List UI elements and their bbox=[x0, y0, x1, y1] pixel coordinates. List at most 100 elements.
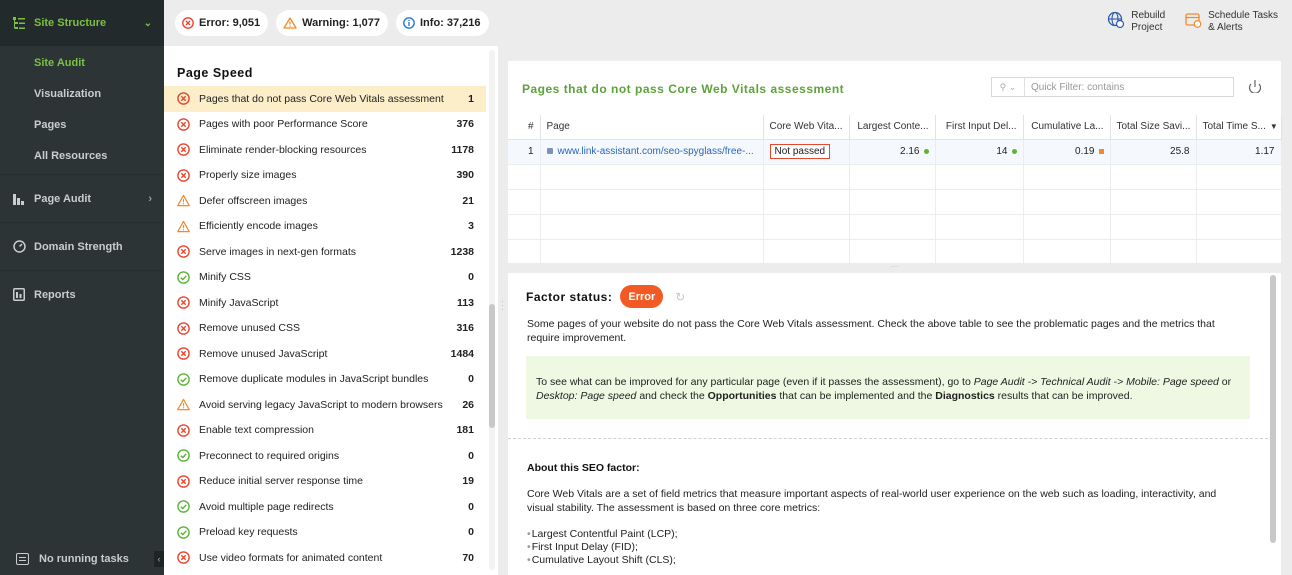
sidebar-item-site-audit[interactable]: Site Audit bbox=[0, 48, 164, 79]
sidebar-collapse-button[interactable]: ‹ bbox=[154, 551, 164, 567]
factor-count: 0 bbox=[468, 526, 474, 539]
detail-scrollbar-thumb[interactable] bbox=[1270, 275, 1276, 543]
factor-group-title: Page Speed bbox=[177, 66, 253, 80]
error-icon bbox=[177, 168, 190, 182]
check-icon bbox=[177, 500, 190, 514]
column-header-size-savings[interactable]: Total Size Savi... bbox=[1110, 115, 1197, 140]
factor-label: Enable text compression bbox=[199, 424, 314, 437]
sidebar-item-visualization[interactable]: Visualization bbox=[0, 79, 164, 110]
globe-refresh-icon bbox=[1107, 11, 1125, 33]
row-number: 1 bbox=[508, 139, 541, 165]
list-item: Largest Contentful Paint (LCP); bbox=[527, 528, 678, 541]
sidebar-section-site-structure[interactable]: Site Structure ⌄ bbox=[0, 0, 164, 46]
factor-list-item[interactable]: Remove unused JavaScript 1484 bbox=[164, 341, 486, 367]
factor-list-item[interactable]: Defer offscreen images 21 bbox=[164, 188, 486, 214]
sidebar-item-reports[interactable]: Reports bbox=[0, 270, 164, 318]
factor-label: Reduce initial server response time bbox=[199, 475, 363, 488]
rebuild-project-button[interactable]: Rebuild Project bbox=[1107, 10, 1165, 34]
check-icon bbox=[177, 372, 190, 386]
error-icon bbox=[182, 17, 194, 29]
column-header-lcp[interactable]: Largest Conte... bbox=[849, 115, 936, 140]
vertical-splitter[interactable]: · · · bbox=[498, 46, 508, 575]
sidebar-subnav: Site Audit Visualization Pages All Resou… bbox=[0, 46, 164, 172]
hint-box: To see what can be improved for any part… bbox=[526, 356, 1250, 419]
factor-list-item[interactable]: Pages that do not pass Core Web Vitals a… bbox=[164, 86, 486, 112]
factor-list-item[interactable]: Remove duplicate modules in JavaScript b… bbox=[164, 367, 486, 393]
error-count-label: Error: 9,051 bbox=[199, 17, 261, 29]
factor-count: 1484 bbox=[450, 347, 474, 360]
row-size-savings: 25.8 bbox=[1110, 139, 1197, 165]
factor-list-item[interactable]: Enable text compression 181 bbox=[164, 418, 486, 444]
warning-icon bbox=[177, 194, 190, 207]
good-status-dot-icon bbox=[923, 148, 929, 154]
factor-list-item[interactable]: Use video formats for animated content 70 bbox=[164, 545, 486, 571]
factor-list-item[interactable]: Preload key requests 0 bbox=[164, 520, 486, 546]
factor-status-badge[interactable]: Error bbox=[620, 285, 664, 308]
check-icon bbox=[177, 270, 190, 284]
factor-list-item[interactable]: Remove unused CSS 316 bbox=[164, 316, 486, 342]
factor-list-item[interactable]: Eliminate render-blocking resources 1178 bbox=[164, 137, 486, 163]
column-header-core-web-vitals[interactable]: Core Web Vita... bbox=[763, 115, 850, 140]
factor-label: Minify JavaScript bbox=[199, 296, 279, 309]
error-count-badge[interactable]: Error: 9,051 bbox=[175, 10, 269, 36]
sidebar-item-all-resources[interactable]: All Resources bbox=[0, 141, 164, 172]
refresh-icon[interactable]: ↻ bbox=[675, 290, 685, 304]
error-icon bbox=[177, 551, 190, 565]
factor-label: Minify CSS bbox=[199, 271, 251, 284]
quick-filter-input[interactable] bbox=[1025, 81, 1225, 93]
row-lcp-value: 2.16 bbox=[900, 146, 920, 157]
error-icon bbox=[177, 92, 190, 106]
column-header-time-savings[interactable]: Total Time S... ▼ bbox=[1196, 115, 1282, 140]
factor-count: 0 bbox=[468, 373, 474, 386]
running-tasks-status[interactable]: No running tasks bbox=[0, 542, 164, 575]
hint-text: and check the bbox=[636, 390, 708, 402]
factor-list-item[interactable]: Serve images in next-gen formats 1238 bbox=[164, 239, 486, 265]
factor-count: 1238 bbox=[450, 245, 474, 258]
row-page-url[interactable]: www.link-assistant.com/seo-spyglass/free… bbox=[558, 146, 754, 157]
row-page-cell[interactable]: www.link-assistant.com/seo-spyglass/free… bbox=[540, 139, 764, 165]
factor-count: 70 bbox=[462, 551, 474, 564]
hint-text: or bbox=[1218, 376, 1232, 388]
horizontal-splitter[interactable]: ··· bbox=[508, 263, 1281, 273]
filter-search-icon[interactable]: ⚲ ⌄ bbox=[992, 78, 1025, 96]
gauge-icon bbox=[12, 240, 26, 254]
factor-list-item[interactable]: Properly size images 390 bbox=[164, 163, 486, 189]
factor-list-item[interactable]: Efficiently encode images 3 bbox=[164, 214, 486, 240]
factor-list-item[interactable]: Reduce initial server response time 19 bbox=[164, 469, 486, 495]
error-icon bbox=[177, 474, 190, 488]
column-header-fid[interactable]: First Input Del... bbox=[935, 115, 1024, 140]
column-header-cls[interactable]: Cumulative La... bbox=[1023, 115, 1111, 140]
sidebar-item-pages[interactable]: Pages bbox=[0, 110, 164, 141]
error-icon bbox=[177, 347, 190, 361]
warning-icon bbox=[177, 220, 190, 233]
warning-count-badge[interactable]: Warning: 1,077 bbox=[276, 10, 388, 36]
sidebar-item-domain-strength[interactable]: Domain Strength bbox=[0, 222, 164, 270]
factor-list-item[interactable]: Avoid multiple page redirects 0 bbox=[164, 494, 486, 520]
export-icon[interactable] bbox=[1248, 79, 1262, 93]
column-header-page[interactable]: Page bbox=[540, 115, 764, 140]
factor-detail-panel: Factor status: Error ↻ Some pages of you… bbox=[508, 273, 1281, 575]
schedule-tasks-button[interactable]: Schedule Tasks & Alerts bbox=[1185, 10, 1278, 34]
empty-row bbox=[508, 189, 1282, 215]
factor-label: Properly size images bbox=[199, 169, 297, 182]
column-header-number[interactable]: # bbox=[508, 115, 541, 140]
table-row[interactable]: 1 www.link-assistant.com/seo-spyglass/fr… bbox=[508, 139, 1282, 165]
factor-list-item[interactable]: Avoid serving legacy JavaScript to moder… bbox=[164, 392, 486, 418]
factor-label: Remove unused CSS bbox=[199, 322, 300, 335]
error-icon bbox=[177, 143, 190, 157]
factor-label: Eliminate render-blocking resources bbox=[199, 143, 367, 156]
hint-path-mobile: Page Audit -> Technical Audit -> Mobile:… bbox=[973, 376, 1219, 388]
list-scrollbar-thumb[interactable] bbox=[489, 304, 495, 428]
factor-list-item[interactable]: Pages with poor Performance Score 376 bbox=[164, 112, 486, 138]
needs-improvement-square-icon bbox=[1098, 148, 1104, 154]
factor-label: Pages that do not pass Core Web Vitals a… bbox=[199, 92, 444, 105]
warning-icon bbox=[177, 398, 190, 411]
page-audit-icon bbox=[12, 192, 26, 206]
factor-list-item[interactable]: Minify JavaScript 113 bbox=[164, 290, 486, 316]
factor-list-item[interactable]: Minify CSS 0 bbox=[164, 265, 486, 291]
factor-list-item[interactable]: Preconnect to required origins 0 bbox=[164, 443, 486, 469]
sidebar-item-page-audit[interactable]: Page Audit › bbox=[0, 174, 164, 222]
error-icon bbox=[177, 296, 190, 310]
factor-label: Preconnect to required origins bbox=[199, 449, 340, 462]
info-count-badge[interactable]: Info: 37,216 bbox=[396, 10, 489, 36]
